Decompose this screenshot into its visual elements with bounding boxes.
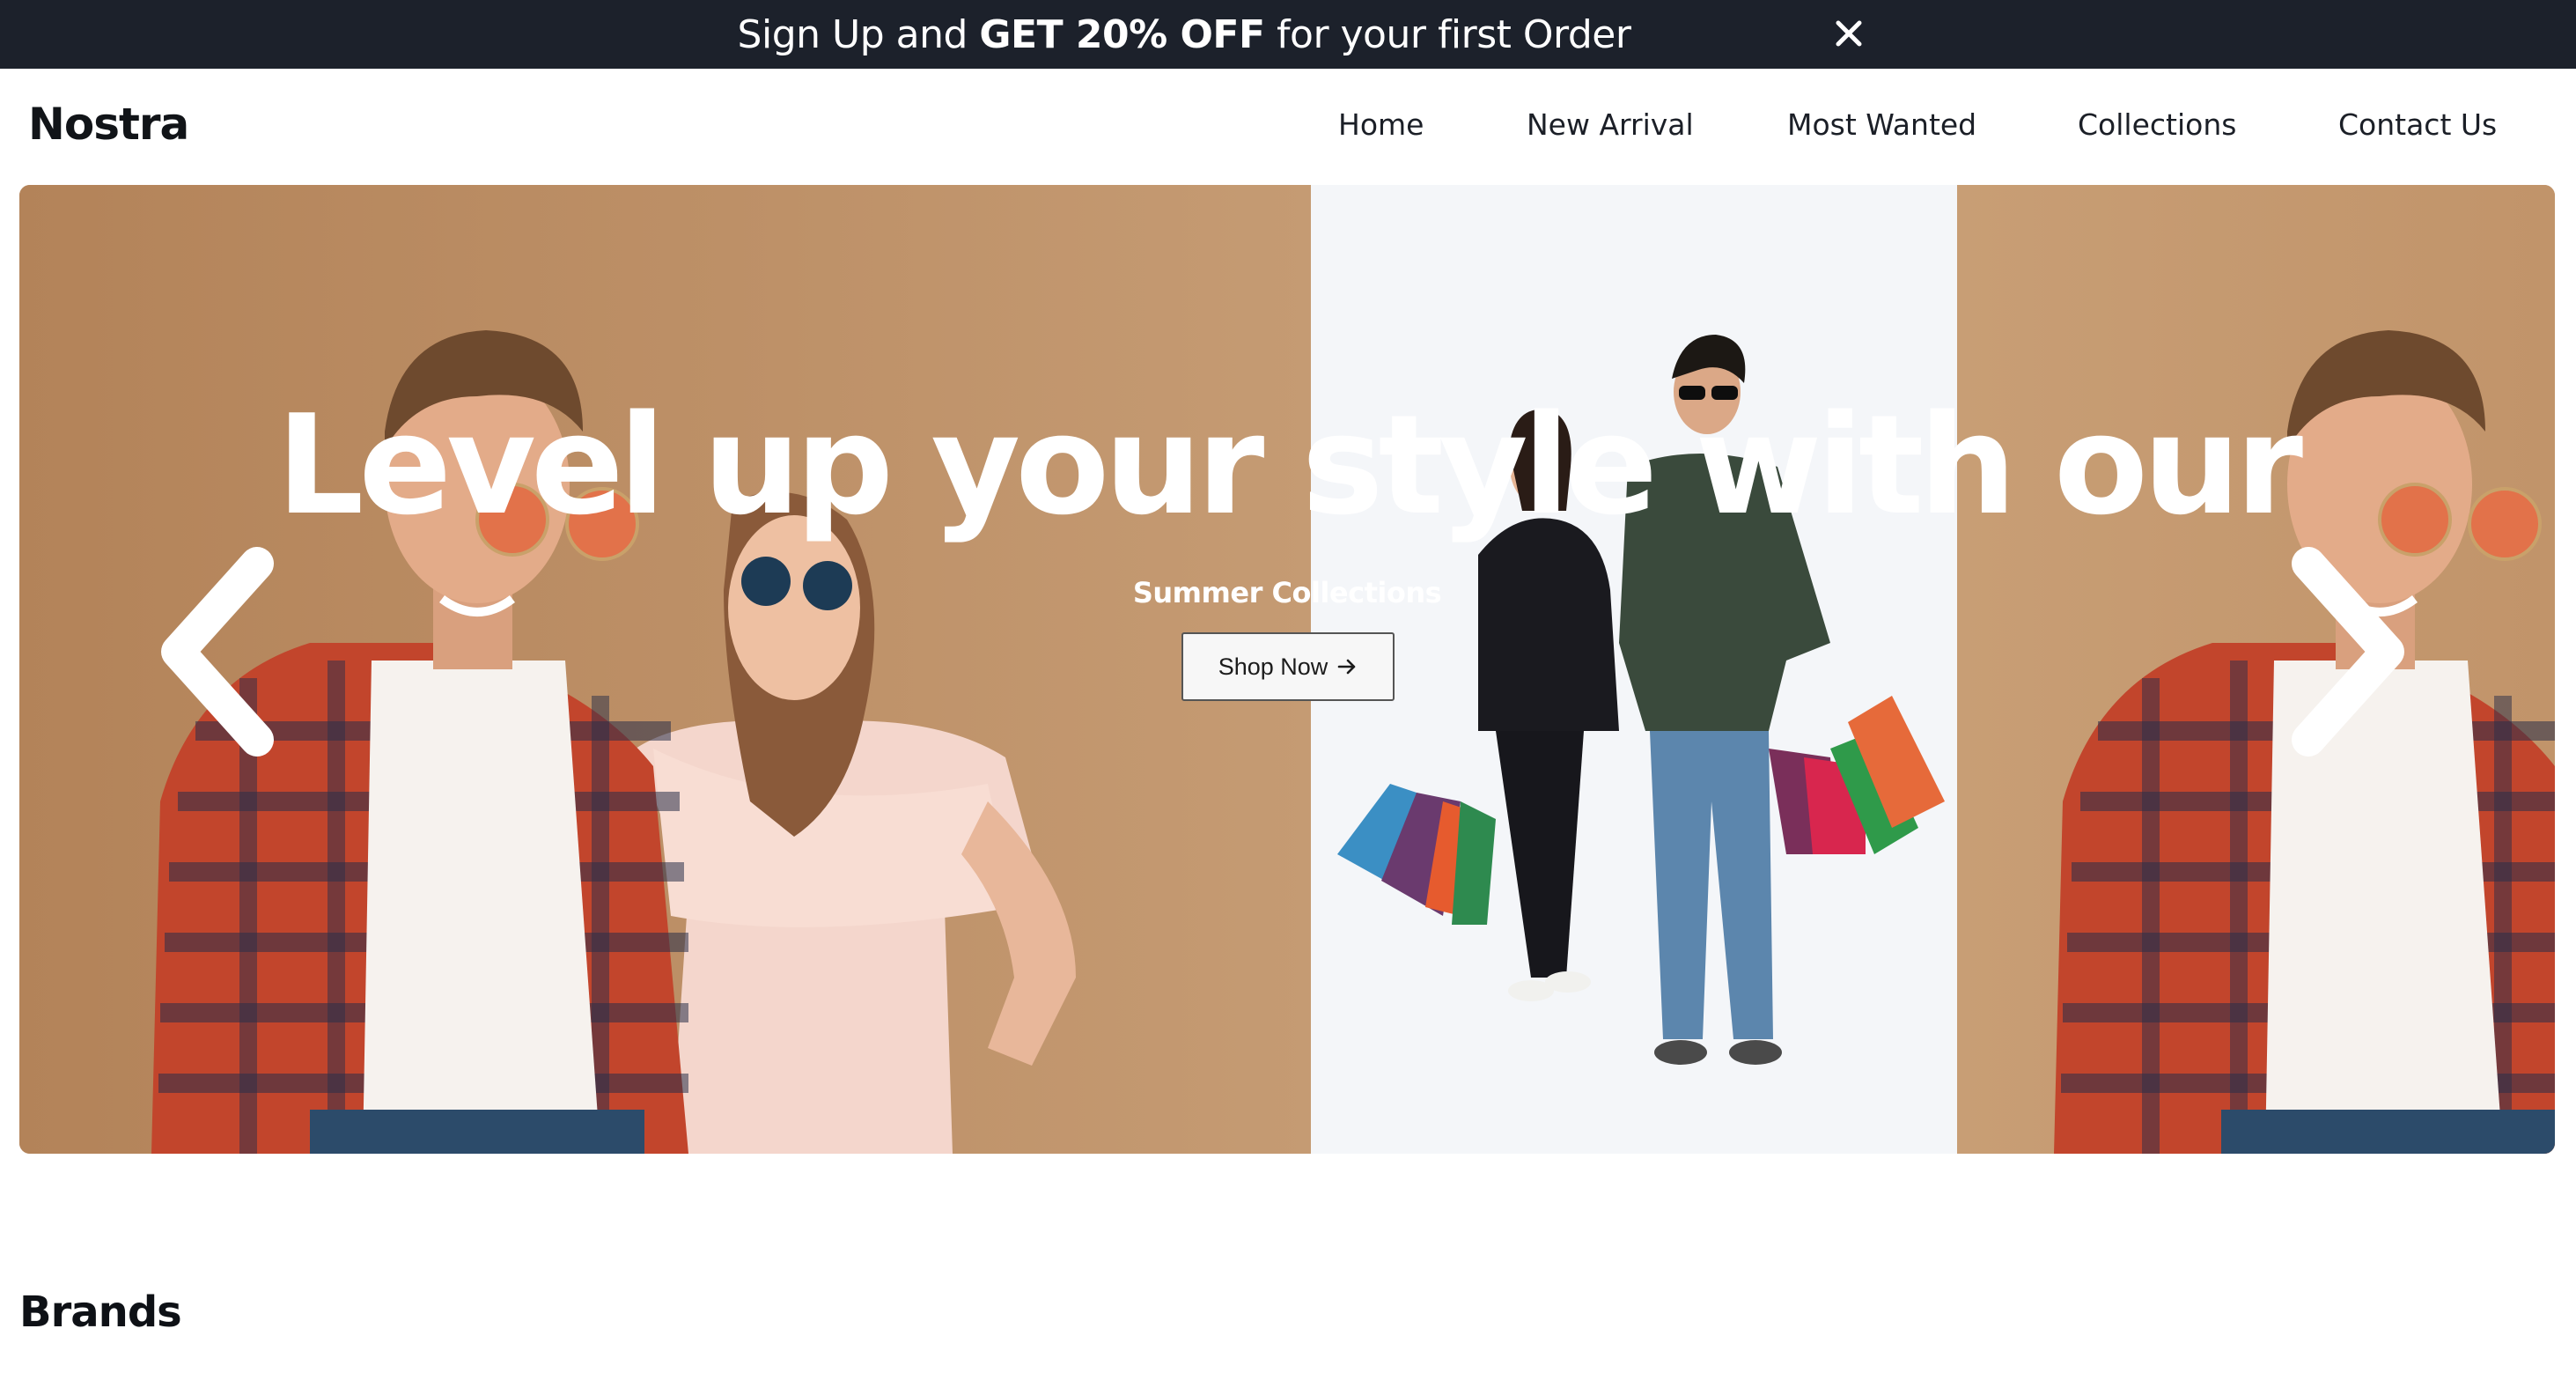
shoppers-illustration bbox=[1337, 335, 1945, 1065]
arrow-right-icon bbox=[1337, 659, 1356, 675]
close-icon bbox=[1836, 20, 1862, 47]
hero-image-man bbox=[1957, 185, 2555, 1154]
shop-now-label: Shop Now bbox=[1218, 653, 1328, 680]
announcement-prefix: Sign Up and bbox=[737, 11, 980, 57]
nav-new-arrival[interactable]: New Arrival bbox=[1527, 107, 1694, 142]
chevron-right-icon bbox=[2292, 547, 2404, 757]
nav-contact-us[interactable]: Contact Us bbox=[2338, 107, 2497, 142]
hero-subtitle: Summer Collections bbox=[1132, 576, 1442, 609]
nav-most-wanted[interactable]: Most Wanted bbox=[1787, 107, 1976, 142]
chevron-left-icon bbox=[161, 547, 274, 757]
top-navbar: Nostra Home New Arrival Most Wanted Coll… bbox=[0, 69, 2576, 185]
announcement-highlight: GET 20% OFF bbox=[979, 11, 1265, 57]
man-illustration bbox=[2054, 330, 2555, 1154]
hero-carousel: Level up your style with our Summer Coll… bbox=[19, 185, 2555, 1154]
carousel-prev-button[interactable] bbox=[151, 537, 283, 766]
announcement-suffix: for your first Order bbox=[1264, 11, 1631, 57]
announcement-text: Sign Up and GET 20% OFF for your first O… bbox=[738, 12, 1631, 57]
hero-image-shoppers bbox=[1311, 185, 1957, 1154]
site-logo[interactable]: Nostra bbox=[28, 99, 189, 150]
carousel-next-button[interactable] bbox=[2282, 537, 2414, 766]
announcement-bar: Sign Up and GET 20% OFF for your first O… bbox=[0, 0, 2576, 69]
nav-collections[interactable]: Collections bbox=[2078, 107, 2236, 142]
nav-home[interactable]: Home bbox=[1338, 107, 1424, 142]
shop-now-button[interactable]: Shop Now bbox=[1181, 632, 1395, 701]
brands-heading: Brands bbox=[19, 1288, 182, 1337]
hero-title: Level up your style with our bbox=[276, 385, 2303, 545]
close-announcement-button[interactable] bbox=[1828, 12, 1870, 55]
